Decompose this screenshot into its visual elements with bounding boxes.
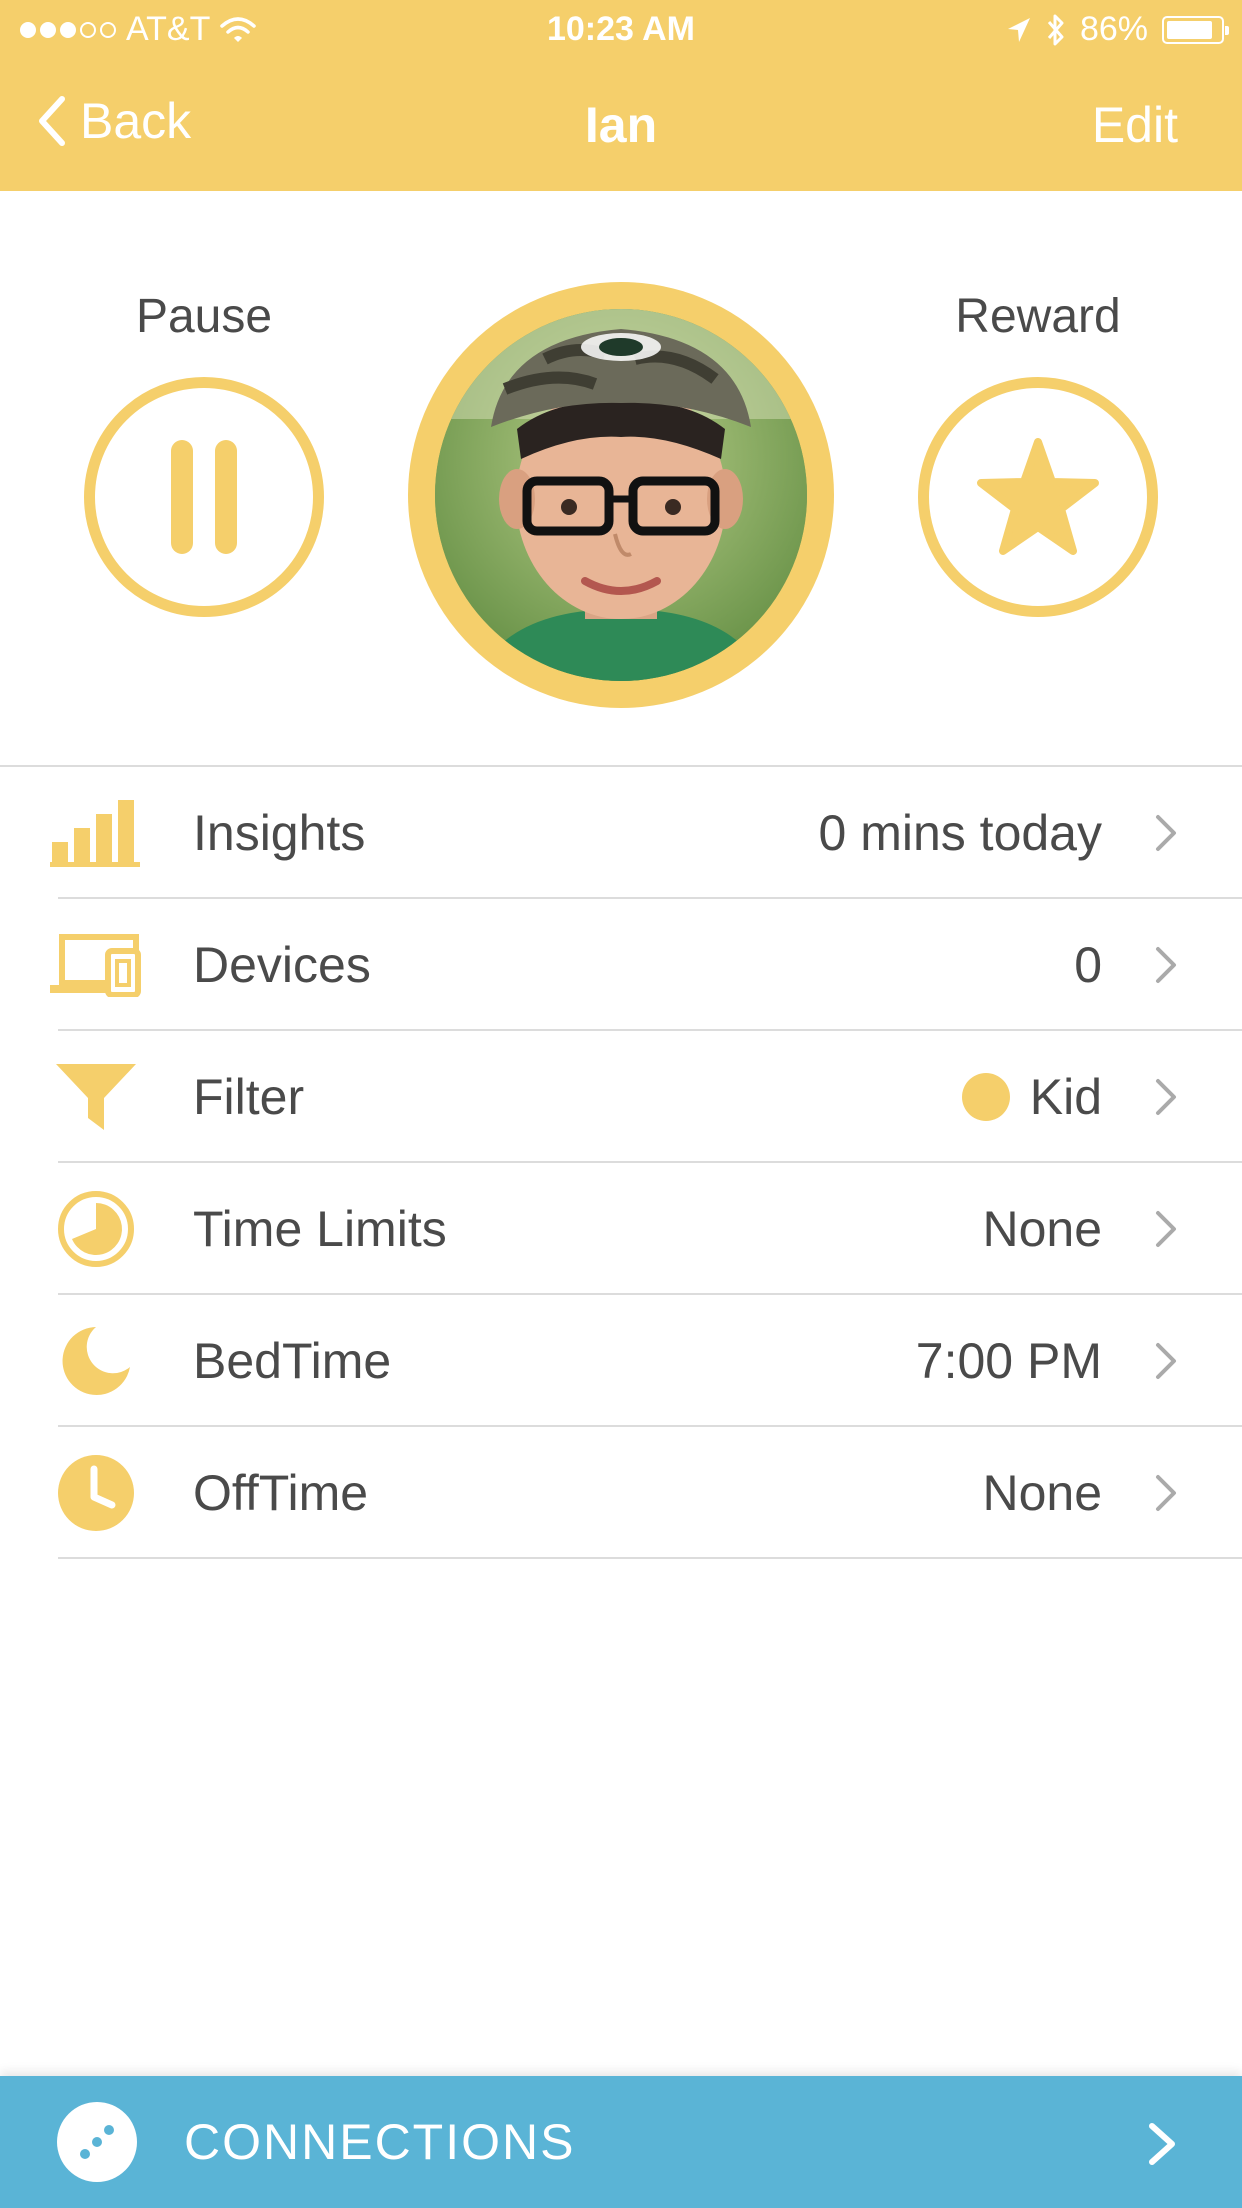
chevron-right-icon: [1156, 1343, 1176, 1379]
filter-level-dot: [961, 1073, 1010, 1121]
pause-label: Pause: [135, 290, 273, 343]
reward-button[interactable]: Reward: [888, 287, 1188, 617]
offtime-row[interactable]: OffTime None: [0, 1427, 1242, 1559]
offtime-value: None: [982, 1427, 1102, 1559]
filter-value-text: Kid: [1029, 1069, 1102, 1125]
insights-label: Insights: [193, 805, 366, 861]
bedtime-value-text: 7:00 PM: [915, 1333, 1102, 1389]
devices-value-text: 0: [1074, 937, 1102, 993]
chevron-right-icon: [1149, 2123, 1175, 2165]
settings-list: Insights 0 mins today Devices 0 Filter K…: [0, 765, 1242, 1559]
avatar[interactable]: [408, 282, 834, 708]
bedtime-value: 7:00 PM: [916, 1295, 1102, 1427]
time-limits-value: None: [982, 1163, 1102, 1295]
devices-value: 0: [1074, 899, 1102, 1031]
funnel-icon: [48, 1057, 144, 1137]
battery-fill: [1167, 20, 1212, 39]
chevron-right-icon: [1156, 1211, 1176, 1247]
nav-bar: Back Ian Edit: [0, 80, 1242, 172]
location-arrow-icon: [1007, 17, 1030, 42]
chevron-right-icon: [1156, 815, 1176, 851]
chevron-right-icon: [1156, 1475, 1176, 1511]
devices-row[interactable]: Devices 0: [0, 899, 1242, 1031]
bedtime-label: BedTime: [193, 1333, 392, 1389]
edit-button[interactable]: Edit: [1092, 96, 1178, 154]
filter-label: Filter: [193, 1069, 305, 1125]
chevron-right-icon: [1156, 1079, 1176, 1115]
connections-button[interactable]: CONNECTIONS: [0, 2076, 1242, 2208]
avatar-photo: [435, 309, 807, 681]
filter-row[interactable]: Filter Kid: [0, 1031, 1242, 1163]
pause-ring: [84, 377, 324, 617]
time-limits-value-text: None: [982, 1201, 1102, 1257]
star-icon: [977, 438, 1099, 555]
pause-icon: [171, 440, 237, 554]
filter-value: Kid: [961, 1031, 1102, 1163]
pause-button[interactable]: Pause: [54, 287, 354, 617]
chevron-right-icon: [1156, 947, 1176, 983]
connections-icon: [57, 2102, 137, 2182]
battery-percent: 86%: [1079, 10, 1148, 48]
devices-icon: [48, 925, 144, 1005]
bluetooth-icon: [1047, 14, 1064, 45]
back-label: Back: [80, 93, 192, 149]
bedtime-row[interactable]: BedTime 7:00 PM: [0, 1295, 1242, 1427]
insights-value-text: 0 mins today: [818, 805, 1102, 861]
chevron-left-icon: [39, 96, 65, 146]
reward-ring: [918, 377, 1158, 617]
offtime-value-text: None: [982, 1465, 1102, 1521]
insights-value: 0 mins today: [819, 767, 1102, 899]
insights-row[interactable]: Insights 0 mins today: [0, 767, 1242, 899]
moon-icon: [48, 1321, 144, 1401]
back-button[interactable]: Back: [36, 92, 191, 150]
time-limits-label: Time Limits: [193, 1201, 447, 1257]
timer-icon: [48, 1189, 144, 1269]
status-right: 86%: [1006, 10, 1229, 49]
profile-actions: Pause Reward: [0, 191, 1242, 765]
devices-label: Devices: [193, 937, 371, 993]
connections-label: CONNECTIONS: [184, 2114, 576, 2170]
reward-label: Reward: [955, 290, 1121, 343]
battery-icon: [1162, 15, 1229, 44]
clock-icon: [48, 1453, 144, 1533]
header: AT&T 10:23 AM 86% Back Ian Edit: [0, 0, 1242, 191]
status-bar: AT&T 10:23 AM 86%: [0, 0, 1242, 60]
time-limits-row[interactable]: Time Limits None: [0, 1163, 1242, 1295]
offtime-label: OffTime: [193, 1465, 369, 1521]
bar-chart-icon: [48, 793, 144, 873]
